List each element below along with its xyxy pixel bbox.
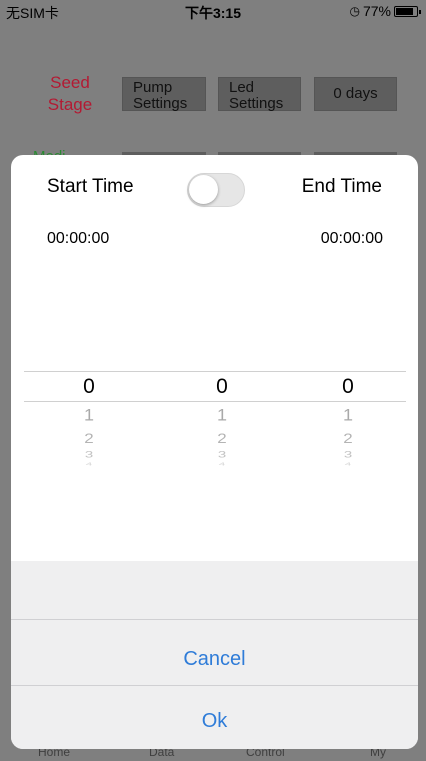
status-bar: 无SIM卡 下午3:15 ◷ 77% — [0, 0, 426, 22]
picker-option[interactable]: 2 — [202, 432, 242, 446]
picker-option[interactable]: 3 — [202, 450, 242, 459]
picker-column-seconds[interactable]: 0 1 2 3 4 — [328, 374, 368, 467]
start-time-label[interactable]: Start Time — [47, 176, 134, 198]
battery-percent: 77% — [362, 3, 391, 19]
picker-option[interactable]: 1 — [328, 406, 368, 424]
picker-selected-value: 0 — [342, 375, 354, 398]
time-picker-wheel[interactable]: 0 1 2 3 4 0 1 2 3 4 0 1 2 3 4 — [11, 369, 418, 484]
toggle-knob — [189, 175, 218, 204]
picker-option[interactable]: 2 — [69, 432, 109, 446]
picker-selection-line — [24, 371, 406, 372]
time-toggle-switch[interactable] — [187, 173, 245, 207]
ok-button[interactable]: Ok — [11, 691, 418, 749]
battery-indicator: ◷ 77% — [349, 3, 421, 19]
action-divider — [11, 619, 418, 620]
picker-option[interactable]: 3 — [328, 450, 368, 459]
picker-option[interactable]: 3 — [69, 450, 109, 459]
picker-column-hours[interactable]: 0 1 2 3 4 — [69, 374, 109, 467]
alarm-icon: ◷ — [349, 4, 360, 18]
picker-selected-value: 0 — [216, 375, 228, 398]
battery-icon — [394, 5, 421, 17]
cancel-button[interactable]: Cancel — [11, 629, 418, 689]
end-time-value: 00:00:00 — [320, 230, 383, 247]
picker-option[interactable]: 2 — [328, 432, 368, 446]
start-time-value: 00:00:00 — [47, 230, 110, 247]
led-settings-button[interactable]: Led Settings — [218, 77, 301, 112]
picker-selected-value: 0 — [83, 375, 95, 398]
picker-column-minutes[interactable]: 0 1 2 3 4 — [202, 374, 242, 467]
end-time-label[interactable]: End Time — [302, 176, 382, 198]
stage-label: Seed Stage — [47, 73, 93, 114]
time-picker-dialog: Start Time End Time 00:00:00 00:00:00 0 … — [11, 155, 418, 749]
picker-option[interactable]: 1 — [202, 406, 242, 424]
time-header-row: Start Time End Time — [11, 173, 418, 207]
picker-option[interactable]: 1 — [69, 406, 109, 424]
action-area: Cancel Ok — [11, 561, 418, 749]
picker-option[interactable]: 4 — [328, 462, 368, 467]
pump-settings-button[interactable]: Pump Settings — [122, 77, 206, 112]
picker-option[interactable]: 4 — [69, 462, 109, 467]
action-divider — [11, 685, 418, 686]
days-button[interactable]: 0 days — [314, 77, 397, 111]
picker-option[interactable]: 4 — [202, 462, 242, 467]
